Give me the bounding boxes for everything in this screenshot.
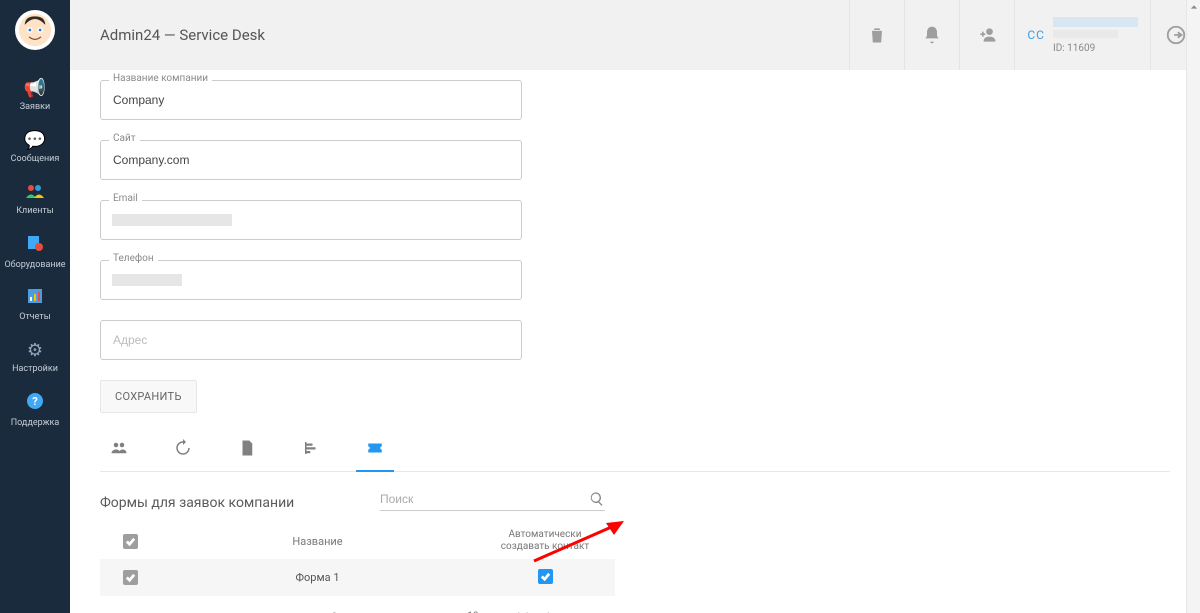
scroll-up-icon[interactable] (1187, 0, 1200, 14)
cc-logo: CC (1027, 28, 1045, 42)
content: Название компании Сайт Email Телефон СОХ… (70, 70, 1200, 613)
forms-table: Название Автоматически создавать контакт… (100, 523, 615, 596)
nav-equipment[interactable]: Оборудование (0, 226, 70, 280)
equipment-icon (26, 234, 44, 257)
user-id: ID: 11609 (1053, 43, 1138, 54)
notifications-button[interactable] (904, 0, 959, 70)
nav-settings[interactable]: ⚙ Настройки (0, 332, 70, 384)
tab-stats[interactable] (298, 431, 324, 471)
user-info: ID: 11609 (1053, 17, 1138, 54)
field-label: Телефон (109, 253, 158, 264)
history-icon (174, 439, 192, 457)
search-field (380, 488, 605, 511)
nav-label: Заявки (20, 102, 50, 112)
tab-contacts[interactable] (106, 431, 132, 471)
site-field: Сайт (100, 140, 522, 180)
field-label: Email (109, 193, 142, 204)
megaphone-icon: 📢 (24, 78, 46, 99)
pager: Элементов на странице 10 1-1 из 1 (100, 596, 615, 613)
table-header: Название Автоматически создавать контакт (100, 523, 615, 559)
avatar[interactable] (15, 10, 55, 50)
col-name-header: Название (150, 535, 485, 548)
gear-icon: ⚙ (27, 340, 43, 361)
add-user-button[interactable] (959, 0, 1014, 70)
nav-label: Отчеты (19, 312, 50, 322)
table-row: Форма 1 (100, 559, 615, 596)
field-label: Название компании (109, 73, 212, 84)
chat-icon: 💬 (24, 130, 46, 151)
auto-create-checkbox[interactable] (538, 569, 553, 584)
nav-reports[interactable]: Отчеты (0, 280, 70, 332)
help-icon: ? (26, 392, 44, 415)
col-auto-header: Автоматически создавать контакт (485, 529, 605, 553)
search-input[interactable] (380, 488, 589, 510)
bars-icon (302, 439, 320, 457)
page-title: Admin24 — Service Desk (100, 26, 849, 44)
tab-documents[interactable] (234, 431, 260, 471)
company-field: Название компании (100, 80, 522, 120)
nav-requests[interactable]: 📢 Заявки (0, 70, 70, 122)
company-input[interactable] (100, 80, 522, 120)
scrollbar[interactable] (1186, 0, 1200, 613)
tab-forms[interactable] (362, 431, 388, 471)
logout-icon (1165, 24, 1187, 46)
ticket-icon (366, 439, 384, 457)
nav-support[interactable]: ? Поддержка (0, 384, 70, 438)
address-field (100, 320, 522, 360)
header: Admin24 — Service Desk CC ID: 11609 (70, 0, 1200, 70)
bell-icon (922, 25, 942, 45)
trash-icon (867, 25, 887, 45)
people-icon (26, 182, 44, 203)
person-add-icon (977, 25, 997, 45)
report-icon (27, 288, 43, 309)
tab-history[interactable] (170, 431, 196, 471)
sidebar: 📢 Заявки 💬 Сообщения Клиенты Оборудовани… (0, 0, 70, 613)
search-icon (589, 491, 605, 507)
email-field: Email (100, 200, 522, 240)
select-all-checkbox[interactable] (123, 534, 138, 549)
site-input[interactable] (100, 140, 522, 180)
nav-clients[interactable]: Клиенты (0, 174, 70, 226)
nav-label: Сообщения (11, 154, 60, 164)
phone-field: Телефон (100, 260, 522, 300)
nav-label: Настройки (12, 364, 58, 374)
user-panel[interactable]: CC ID: 11609 (1014, 0, 1150, 70)
tabs (100, 431, 1170, 472)
forms-section-title: Формы для заявок компании (100, 495, 294, 511)
nav-messages[interactable]: 💬 Сообщения (0, 122, 70, 174)
delete-button[interactable] (849, 0, 904, 70)
nav-label: Оборудование (4, 260, 65, 270)
document-icon (238, 439, 256, 457)
people-icon (110, 439, 128, 457)
main: Admin24 — Service Desk CC ID: 11609 (70, 0, 1200, 613)
svg-text:?: ? (32, 395, 38, 408)
row-name: Форма 1 (150, 571, 485, 584)
row-checkbox[interactable] (123, 570, 138, 585)
save-button-top[interactable]: СОХРАНИТЬ (100, 380, 197, 413)
field-label: Сайт (109, 133, 140, 144)
nav-label: Поддержка (11, 418, 60, 428)
nav-label: Клиенты (16, 206, 53, 216)
address-input[interactable] (100, 320, 522, 360)
